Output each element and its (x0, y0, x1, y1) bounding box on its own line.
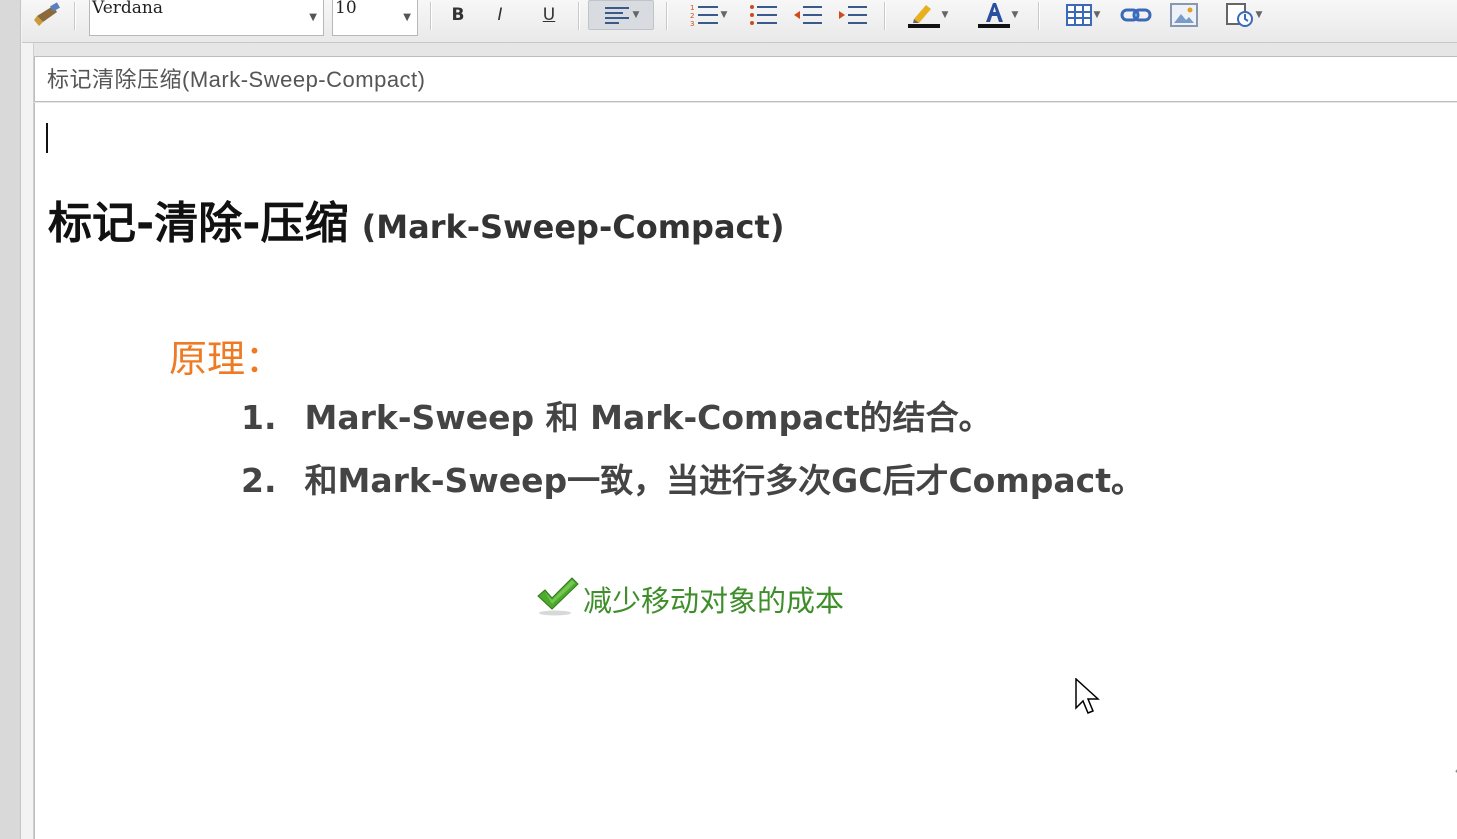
image-button[interactable] (1166, 0, 1202, 30)
highlight-color-button[interactable]: ▼ (896, 0, 958, 30)
chevron-down-icon: ▼ (941, 10, 949, 20)
align-left-icon (604, 7, 629, 24)
bullet-list-icon (750, 5, 777, 25)
svg-text:2: 2 (690, 12, 694, 20)
format-brush-icon (34, 2, 60, 26)
bold-icon: B (451, 5, 465, 25)
chevron-down-icon: ▼ (720, 10, 728, 20)
toolbar-separator (74, 2, 76, 30)
principle-list: 1. Mark-Sweep 和 Mark-Compact的结合。 2. 和Mar… (241, 393, 1144, 519)
principle-label: 原理： (169, 337, 284, 381)
checkmark-icon (537, 577, 579, 616)
left-panel-edge (0, 0, 21, 839)
svg-text:1: 1 (690, 4, 694, 12)
outdent-button[interactable] (790, 0, 826, 30)
list-item-number: 1. (241, 398, 277, 437)
heading-chinese: 标记-清除-压缩 (48, 198, 349, 249)
list-item-text: Mark-Sweep 和 Mark-Compact的结合。 (304, 398, 992, 437)
bold-button[interactable]: B (443, 0, 473, 30)
image-icon (1170, 3, 1198, 27)
table-icon (1065, 4, 1092, 26)
outdent-icon (794, 6, 822, 24)
special-insert-button[interactable]: ▼ (1212, 0, 1274, 30)
subject-text: 标记清除压缩(Mark-Sweep-Compact) (47, 67, 426, 92)
toolbar-separator (578, 2, 580, 30)
toolbar-separator (884, 2, 886, 30)
underline-icon: U (542, 5, 556, 25)
chevron-down-icon: ▼ (1093, 10, 1101, 20)
font-name-select[interactable]: Verdana ▼ (89, 0, 324, 36)
link-button[interactable] (1118, 0, 1154, 30)
list-item: 1. Mark-Sweep 和 Mark-Compact的结合。 (241, 393, 1144, 456)
toolbar-separator (666, 2, 668, 30)
toolbar-separator (1038, 2, 1040, 30)
font-name-value: Verdana (92, 0, 164, 18)
indent-icon (839, 6, 867, 24)
numbered-list-icon: 1 2 3 (690, 4, 718, 28)
font-color-button[interactable]: ▼ (966, 0, 1028, 30)
font-size-select[interactable]: 10 ▼ (332, 0, 418, 36)
chevron-down-icon: ▼ (632, 10, 640, 20)
text-cursor (46, 123, 48, 153)
heading-english: (Mark-Sweep-Compact) (361, 208, 785, 246)
list-item-text: 和Mark-Sweep一致，当进行多次GC后才Compact。 (304, 461, 1144, 500)
list-item: 2. 和Mark-Sweep一致，当进行多次GC后才Compact。 (241, 456, 1144, 519)
mouse-cursor-icon (1075, 678, 1100, 714)
editor-toolbar: Verdana ▼ 10 ▼ B I U ▼ 1 2 3 ▼ ▼ ▼ ▼ ▼ (22, 0, 1457, 43)
font-color-icon (977, 3, 1010, 28)
chevron-down-icon: ▼ (403, 12, 411, 23)
link-icon (1120, 8, 1152, 22)
italic-icon: I (497, 5, 503, 25)
underline-button[interactable]: U (534, 0, 564, 30)
list-item-number: 2. (241, 461, 277, 500)
page-heading: 标记-清除-压缩 (Mark-Sweep-Compact) (48, 187, 784, 251)
chevron-down-icon: ▼ (1255, 10, 1263, 20)
chevron-down-icon: ▼ (1011, 10, 1019, 20)
format-brush-button[interactable] (30, 0, 66, 30)
italic-button[interactable]: I (485, 0, 515, 30)
toolbar-separator (430, 2, 432, 30)
highlight-color-icon (907, 5, 940, 28)
svg-text:3: 3 (690, 20, 694, 28)
indent-button[interactable] (835, 0, 871, 30)
chevron-down-icon: ▼ (309, 12, 317, 23)
table-button[interactable]: ▼ (1052, 0, 1112, 30)
benefit-note: 减少移动对象的成本 (535, 576, 844, 618)
editor-body[interactable]: 标记-清除-压缩 (Mark-Sweep-Compact) 原理： 1. Mar… (34, 103, 1457, 839)
bullet-list-button[interactable] (746, 0, 782, 30)
left-panel-gutter (21, 0, 34, 839)
align-button[interactable]: ▼ (588, 0, 654, 30)
numbered-list-button[interactable]: 1 2 3 ▼ (678, 0, 738, 30)
benefit-text: 减少移动对象的成本 (583, 584, 845, 618)
special-icon (1225, 3, 1253, 27)
font-size-value: 10 (335, 0, 357, 18)
subject-field[interactable]: 标记清除压缩(Mark-Sweep-Compact) (34, 56, 1457, 102)
